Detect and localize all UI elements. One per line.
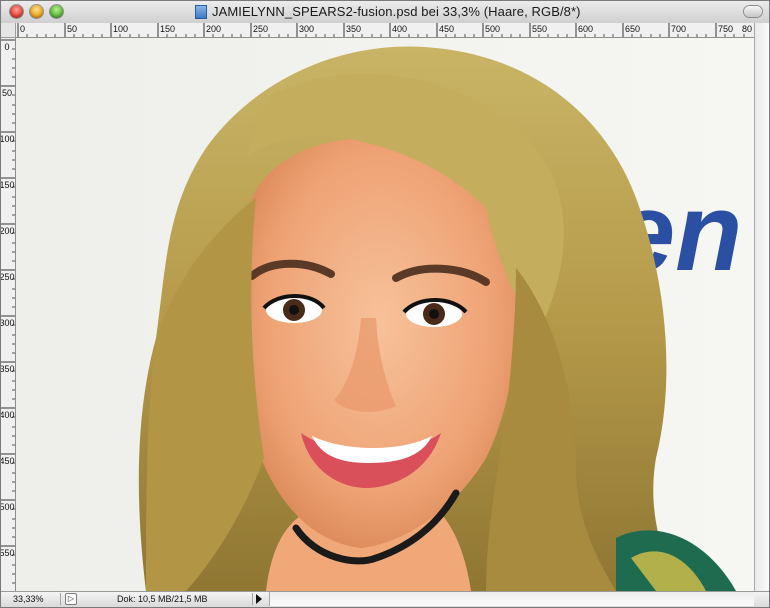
ruler-v-label: 400 [1, 410, 15, 420]
ruler-v-label: 550 [1, 548, 15, 558]
ruler-v-label: 450 [1, 456, 15, 466]
left-pupil [289, 305, 299, 315]
ruler-h-label: 550 [532, 24, 547, 34]
ruler-v-label: 0 [4, 42, 9, 52]
ruler-h-label: 150 [160, 24, 175, 34]
horizontal-ruler[interactable]: 0 50 100 150 200 250 300 350 400 450 500… [16, 23, 754, 38]
ruler-h-label: 750 [718, 24, 733, 34]
ruler-h-label: 0 [20, 24, 25, 34]
ruler-h-label: 250 [253, 24, 268, 34]
title-bar[interactable]: JAMIELYNN_SPEARS2-fusion.psd bei 33,3% (… [1, 1, 769, 24]
vertical-ruler-ticks: 0 50 100 150 200 250 300 350 400 450 500… [1, 39, 15, 584]
document-size: Dok: 10,5 MB/21,5 MB [85, 593, 253, 605]
ruler-v-label: 250 [1, 272, 15, 282]
horizontal-ruler-ticks: 0 50 100 150 200 250 300 350 400 450 500… [17, 23, 752, 37]
ruler-h-label: 50 [67, 24, 77, 34]
photoshop-document-window: JAMIELYNN_SPEARS2-fusion.psd bei 33,3% (… [0, 0, 770, 608]
psd-document-icon[interactable] [195, 5, 207, 19]
toolbar-toggle-button[interactable] [744, 6, 762, 17]
ruler-h-label: 400 [392, 24, 407, 34]
ruler-h-label: 450 [439, 24, 454, 34]
ruler-h-label: 300 [299, 24, 314, 34]
minimize-button[interactable] [30, 5, 43, 18]
window-title: JAMIELYNN_SPEARS2-fusion.psd bei 33,3% (… [212, 4, 581, 19]
portrait-artwork: en [16, 38, 754, 591]
document-canvas[interactable]: en [16, 38, 754, 591]
ruler-h-label: 600 [578, 24, 593, 34]
status-info-icon[interactable]: ▷ [65, 593, 77, 605]
vertical-scrollbar[interactable] [754, 23, 769, 591]
ruler-h-label: 350 [346, 24, 361, 34]
zoom-level-field[interactable]: 33,33% [3, 593, 61, 605]
ruler-v-label: 100 [1, 134, 15, 144]
horizontal-scrollbar[interactable] [269, 592, 754, 606]
ruler-h-label: 80 [742, 24, 752, 34]
right-pupil [429, 309, 439, 319]
ruler-v-label: 300 [1, 318, 15, 328]
ruler-v-label: 350 [1, 364, 15, 374]
ruler-origin[interactable] [1, 23, 16, 38]
ruler-v-label: 50 [2, 88, 12, 98]
ruler-v-label: 500 [1, 502, 15, 512]
ruler-h-label: 100 [113, 24, 128, 34]
ruler-h-label: 700 [671, 24, 686, 34]
close-button[interactable] [10, 5, 23, 18]
status-menu-arrow-icon[interactable] [256, 594, 262, 604]
ruler-h-label: 200 [206, 24, 221, 34]
status-bar: 33,33% ▷ Dok: 10,5 MB/21,5 MB [1, 591, 769, 607]
ruler-h-label: 500 [485, 24, 500, 34]
zoom-button[interactable] [50, 5, 63, 18]
ruler-v-label: 200 [1, 226, 15, 236]
ruler-v-label: 150 [1, 180, 15, 190]
vertical-ruler[interactable]: 0 50 100 150 200 250 300 350 400 450 500… [1, 38, 16, 591]
ruler-h-label: 650 [625, 24, 640, 34]
